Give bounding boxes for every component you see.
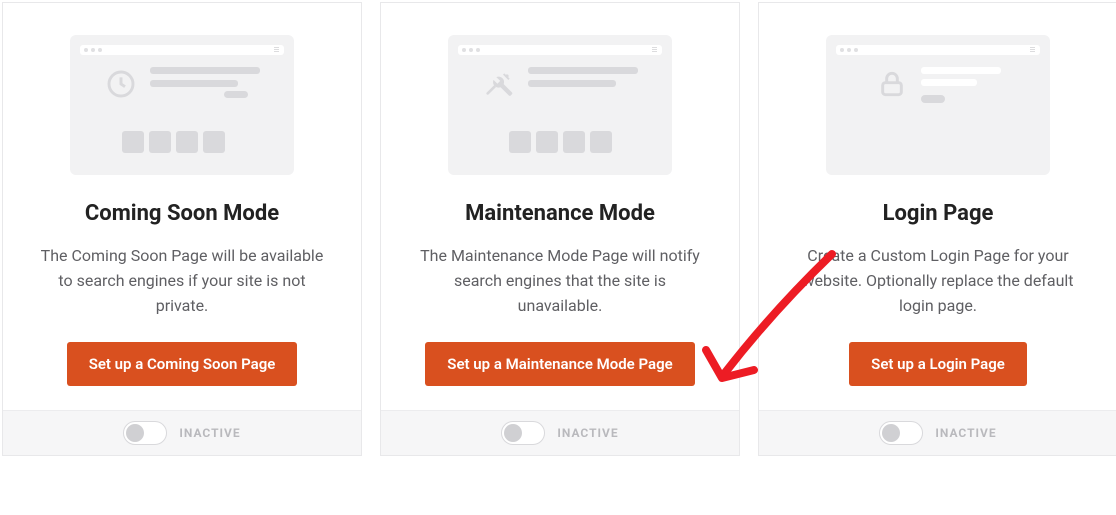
card-footer: INACTIVE (3, 410, 361, 455)
illustration-login (826, 35, 1050, 175)
lock-icon (875, 67, 909, 101)
coming-soon-setup-button[interactable]: Set up a Coming Soon Page (67, 342, 298, 386)
card-description: The Coming Soon Page will be available t… (33, 244, 331, 320)
illustration-maintenance (448, 35, 672, 175)
card-login: Login Page Create a Custom Login Page fo… (758, 2, 1116, 456)
card-footer: INACTIVE (759, 410, 1116, 455)
card-coming-soon: Coming Soon Mode The Coming Soon Page wi… (2, 2, 362, 456)
illustration-coming-soon (70, 35, 294, 175)
clock-icon (104, 67, 138, 101)
status-label: INACTIVE (179, 426, 240, 440)
toggle-login[interactable] (879, 421, 923, 445)
card-title: Maintenance Mode (465, 201, 655, 226)
toggle-coming-soon[interactable] (123, 421, 167, 445)
card-description: Create a Custom Login Page for your webs… (789, 244, 1087, 320)
card-body: Login Page Create a Custom Login Page fo… (759, 3, 1116, 410)
maintenance-setup-button[interactable]: Set up a Maintenance Mode Page (425, 342, 694, 386)
card-body: Maintenance Mode The Maintenance Mode Pa… (381, 3, 739, 410)
status-label: INACTIVE (935, 426, 996, 440)
toggle-maintenance[interactable] (501, 421, 545, 445)
card-title: Coming Soon Mode (85, 201, 279, 226)
card-description: The Maintenance Mode Page will notify se… (411, 244, 709, 320)
card-title: Login Page (883, 201, 994, 226)
card-body: Coming Soon Mode The Coming Soon Page wi… (3, 3, 361, 410)
login-setup-button[interactable]: Set up a Login Page (849, 342, 1027, 386)
card-footer: INACTIVE (381, 410, 739, 455)
tools-icon (482, 67, 516, 101)
card-maintenance: Maintenance Mode The Maintenance Mode Pa… (380, 2, 740, 456)
status-label: INACTIVE (557, 426, 618, 440)
browser-bar (458, 45, 662, 55)
browser-bar (80, 45, 284, 55)
browser-bar (836, 45, 1040, 55)
